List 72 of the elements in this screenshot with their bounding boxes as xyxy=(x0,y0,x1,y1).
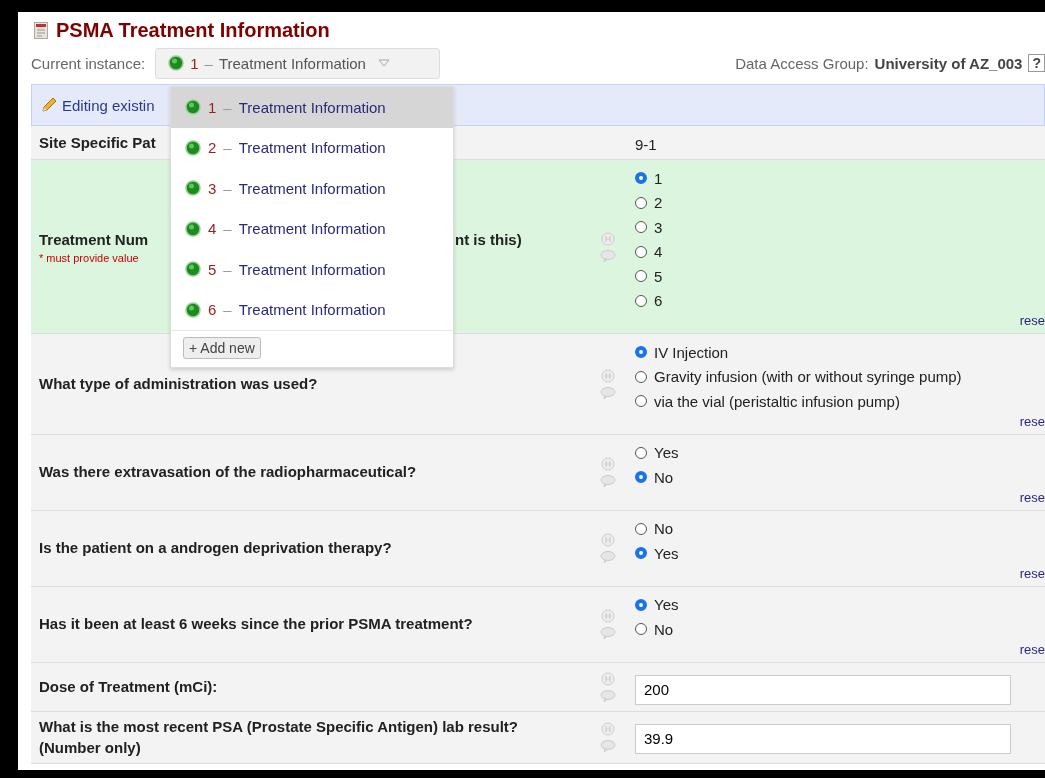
option-label: Gravity infusion (with or without syringe pump) xyxy=(654,368,962,386)
option-label: 5 xyxy=(654,267,663,285)
field-label: Dose of Treatment (mCi): xyxy=(39,676,218,697)
radio-button[interactable] xyxy=(635,370,647,383)
field-label: Has it been at least 6 weeks since the prior PSMA treatment? xyxy=(39,614,473,635)
option-label: 4 xyxy=(654,243,663,261)
radio-button[interactable] xyxy=(635,522,647,535)
reset-link[interactable]: rese xyxy=(1019,641,1045,660)
required-note: * must provide value xyxy=(39,252,139,265)
radio-button[interactable] xyxy=(635,196,647,209)
option-label: Yes xyxy=(654,544,679,562)
field-value: 9-1 xyxy=(635,135,658,155)
option-label: Yes xyxy=(654,444,679,462)
field-label: Was there extravasation of the radiopharmaceutical? xyxy=(39,462,417,483)
instance-menu-item[interactable]: 5 – Treatment Information xyxy=(171,249,453,290)
status-dot-icon xyxy=(185,139,201,156)
input-field[interactable]: 39.9 xyxy=(635,723,1011,754)
instance-menu-item[interactable]: 3 – Treatment Information xyxy=(171,168,453,209)
option-label: No xyxy=(654,520,674,538)
radio-button[interactable] xyxy=(635,623,647,636)
field-label: Is the patient on a androgen deprivation therapy? xyxy=(39,538,392,559)
radio-button[interactable] xyxy=(635,446,647,459)
reset-link[interactable]: rese xyxy=(1019,413,1045,432)
instance-dropdown[interactable]: 1 – Treatment Information xyxy=(155,47,441,79)
option-label: IV Injection xyxy=(654,343,729,361)
reset-link[interactable]: rese xyxy=(1019,313,1045,331)
option-label: Yes xyxy=(654,596,679,614)
add-new-button[interactable]: + Add new xyxy=(183,337,261,359)
instance-label: Current instance: xyxy=(31,54,146,72)
editing-text: Editing existin xyxy=(62,96,155,114)
reset-link[interactable]: rese xyxy=(1019,565,1045,584)
radio-button[interactable] xyxy=(635,547,647,560)
radio-button[interactable] xyxy=(635,172,647,185)
radio-button[interactable] xyxy=(635,245,647,258)
field-label: What is the most recent PSA (Prostate Specific Antigen) lab result? (Number only) xyxy=(39,716,519,759)
access-group-value: University of AZ_003 xyxy=(874,54,1023,72)
form-title: PSMA Treatment Information xyxy=(56,18,330,42)
radio-button[interactable] xyxy=(635,395,647,408)
field-label: nt is this) xyxy=(455,229,522,250)
radio-button[interactable] xyxy=(635,471,647,484)
access-group-label: Data Access Group: xyxy=(735,54,869,72)
instance-menu-item[interactable]: 2 – Treatment Information xyxy=(171,127,453,168)
option-label: 2 xyxy=(654,194,663,212)
option-label: via the vial (peristaltic infusion pump) xyxy=(654,392,900,410)
caret-icon xyxy=(377,59,390,67)
instance-menu-item[interactable]: 6 – Treatment Information xyxy=(171,289,453,330)
status-dot-icon xyxy=(185,180,201,197)
field-label: Site Specific Pat xyxy=(39,132,156,153)
reset-link[interactable]: rese xyxy=(1019,489,1045,508)
radio-button[interactable] xyxy=(635,346,647,359)
option-label: No xyxy=(654,620,674,638)
option-label: 3 xyxy=(654,218,663,236)
option-label: 6 xyxy=(654,292,663,310)
field-label: What type of administration was used? xyxy=(39,373,318,394)
status-dot-icon xyxy=(185,99,201,116)
input-field[interactable]: 200 xyxy=(635,674,1011,705)
status-dot-icon xyxy=(185,261,201,278)
radio-button[interactable] xyxy=(635,270,647,283)
radio-button[interactable] xyxy=(635,294,647,307)
status-dot-icon xyxy=(168,55,185,71)
radio-button[interactable] xyxy=(635,598,647,611)
status-dot-icon xyxy=(185,301,201,318)
option-label: No xyxy=(654,468,674,486)
form-icon xyxy=(34,21,48,39)
option-label: 1 xyxy=(654,169,663,187)
help-link[interactable]: ? xyxy=(1028,54,1045,72)
pencil-icon xyxy=(40,96,58,114)
instance-menu-item[interactable]: 1 – Treatment Information xyxy=(171,87,453,128)
radio-button[interactable] xyxy=(635,221,647,234)
status-dot-icon xyxy=(185,220,201,237)
field-label: Treatment Num xyxy=(39,229,150,250)
instance-menu-item[interactable]: 4 – Treatment Information xyxy=(171,208,453,249)
